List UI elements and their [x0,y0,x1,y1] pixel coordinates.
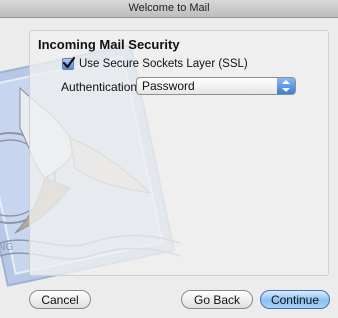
ssl-option[interactable]: Use Secure Sockets Layer (SSL) [62,56,248,72]
go-back-button[interactable]: Go Back [181,290,253,309]
section-title: Incoming Mail Security [38,37,180,52]
authentication-select[interactable]: Password [136,77,296,95]
updown-arrows-icon [277,78,295,94]
ssl-checkbox[interactable] [62,56,76,70]
authentication-value: Password [142,79,195,93]
authentication-label: Authentication: [61,80,141,94]
window-titlebar: Welcome to Mail [0,0,338,18]
cancel-button[interactable]: Cancel [29,290,91,309]
svg-text:NG: NG [0,242,13,253]
window-title: Welcome to Mail [128,2,210,14]
continue-button[interactable]: Continue [260,290,330,309]
ssl-label: Use Secure Sockets Layer (SSL) [79,58,248,70]
checkmark-icon [62,56,76,69]
